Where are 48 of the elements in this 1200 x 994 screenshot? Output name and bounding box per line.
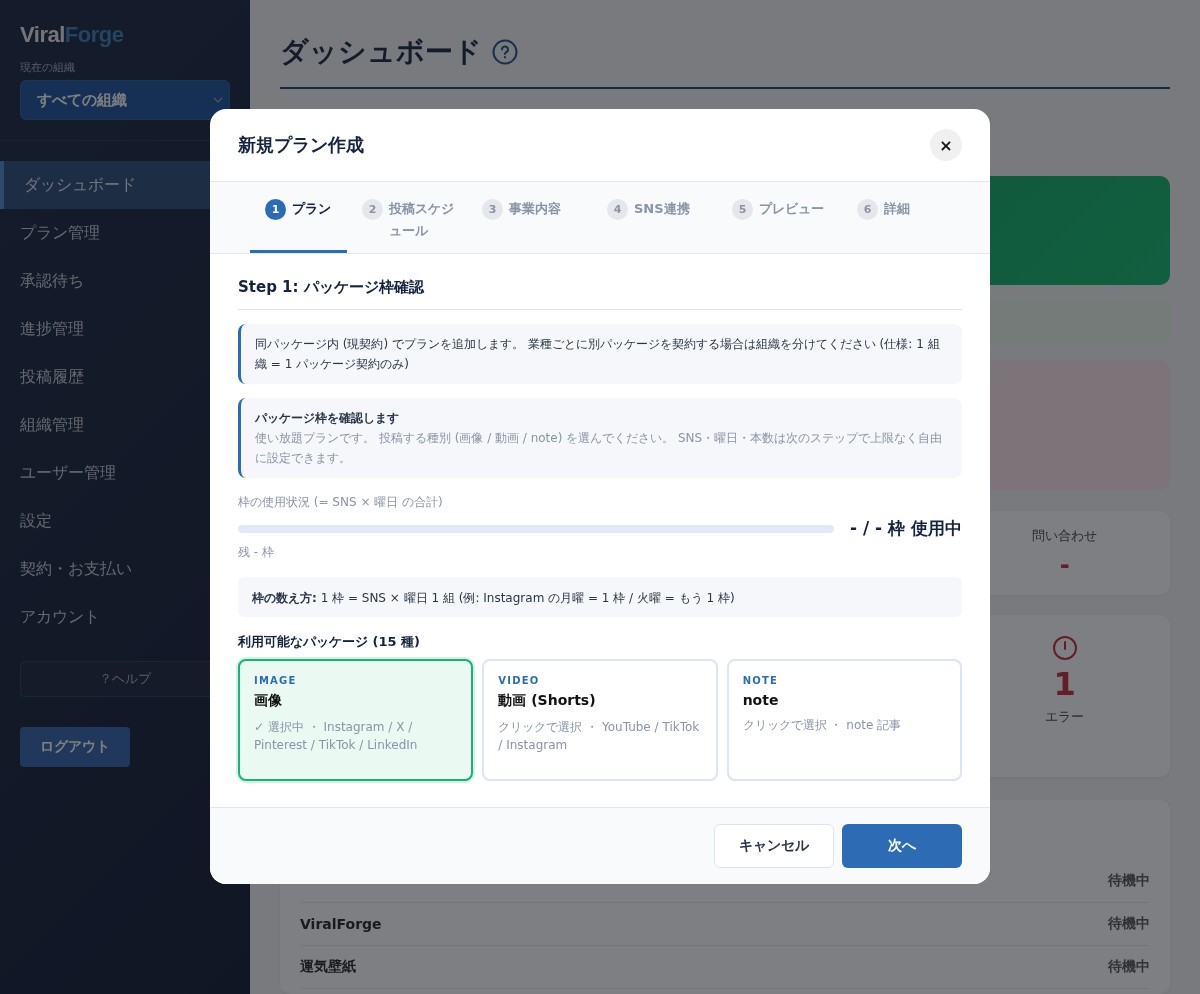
queue-status: 待機中: [1108, 915, 1150, 933]
queue-status: 待機中: [1108, 958, 1150, 976]
help-icon[interactable]: [492, 39, 518, 65]
logo: ViralForge: [20, 22, 124, 48]
queue-name: ViralForge: [300, 916, 382, 932]
chevron-icon: [213, 97, 223, 103]
package-card[interactable]: IMAGE 画像 ✓ 選択中 ・ Instagram / X / Pinterest / TikTok / LinkedIn: [238, 659, 474, 781]
logout-button[interactable]: ログアウト: [20, 727, 130, 767]
org-select[interactable]: すべての組織: [20, 80, 230, 120]
package-description: クリックで選択 ・ YouTube / TikTok / Instagram: [498, 719, 701, 754]
package-tag: VIDEO: [498, 675, 540, 686]
stat-label: 問い合わせ: [1032, 527, 1098, 545]
package-description: ✓ 選択中 ・ Instagram / X / Pinterest / TikTok / LinkedIn: [254, 719, 419, 754]
queue-name: 運気壁紙: [300, 958, 356, 976]
info-text: 使い放題プランです。 投稿する種別 (画像 / 動画 / note) を選んでください。 SNS・曜日・本数は次のステップで上限なく自由に設定できます。: [255, 430, 944, 467]
notice-box: 同パッケージ内 (現契約) でプランを追加します。 業種ごとに別パッケージを契約する場合は組織を分けてください (仕様: 1 組織 = 1 パッケージ契約のみ): [238, 324, 962, 384]
step-heading: Step 1: パッケージ枠確認: [238, 278, 962, 310]
step-tab[interactable]: 1 プラン: [250, 182, 347, 253]
queue-status: 待機中: [1108, 872, 1150, 890]
package-card[interactable]: NOTE note クリックで選択 ・ note 記事: [726, 659, 962, 781]
page-title: ダッシュボード: [280, 34, 482, 70]
step-tab[interactable]: 5 プレビュー: [717, 182, 842, 253]
package-tag: IMAGE: [254, 675, 297, 686]
package-description: クリックで選択 ・ note 記事: [742, 717, 902, 734]
step-tab[interactable]: 3 事業内容: [467, 182, 592, 253]
close-button[interactable]: ×: [930, 129, 962, 161]
org-label: 現在の組織: [20, 60, 75, 75]
rule-text: 枠の数え方: 1 枠 = SNS × 曜日 1 組 (例: Instagram の月曜 = 1 枠 / 火曜 = もう 1 枠): [252, 591, 735, 605]
step-tab[interactable]: 4 SNS連携: [592, 182, 717, 253]
cancel-button[interactable]: キャンセル: [714, 824, 834, 868]
next-button[interactable]: 次へ: [842, 824, 962, 868]
package-name: 動画 (Shorts): [498, 692, 596, 710]
package-name: note: [742, 692, 779, 708]
packages-title: 利用可能なパッケージ (15 種): [238, 633, 421, 651]
step-tab[interactable]: 6 詳細: [842, 182, 967, 253]
error-count: 1: [1053, 667, 1076, 703]
alert-icon: [1051, 635, 1078, 661]
stat-value: -: [1059, 551, 1070, 579]
remaining-text: 残 - 枠: [238, 544, 274, 561]
modal-title: 新規プラン作成: [238, 133, 364, 157]
package-name: 画像: [254, 692, 282, 710]
error-label: エラー: [1045, 708, 1085, 727]
usage-label: 枠の使用状況 (= SNS × 曜日 の合計): [238, 494, 443, 511]
usage-reading: - / - 枠 使用中: [850, 517, 962, 540]
package-card[interactable]: VIDEO 動画 (Shorts) クリックで選択 ・ YouTube / TikTok / Instagram: [482, 659, 718, 781]
info-title: パッケージ枠を確認します: [255, 410, 400, 427]
step-tab[interactable]: 2 投稿スケジュール: [347, 182, 467, 253]
package-tag: NOTE: [742, 675, 778, 686]
